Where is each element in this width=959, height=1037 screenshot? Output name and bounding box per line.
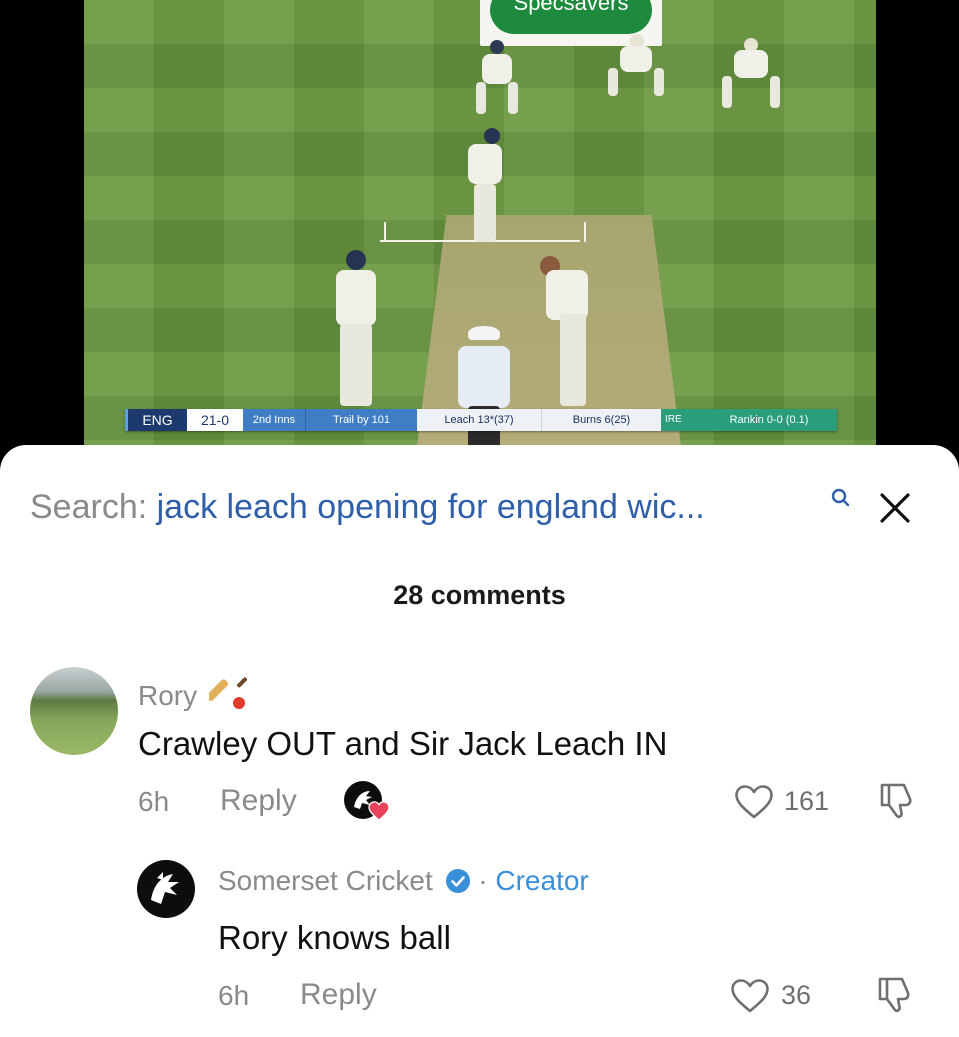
comments-sheet: Search: jack leach opening for england w… <box>0 445 959 1037</box>
reply-button[interactable]: Reply <box>300 978 377 1012</box>
batter <box>462 128 508 244</box>
video-player[interactable]: Specsavers ENG 21-0 2nd Inns Trail by 10… <box>0 0 959 470</box>
batting-team: ENG <box>125 409 187 431</box>
comment-text: Crawley OUT and Sir Jack Leach IN <box>138 725 668 762</box>
bowler <box>536 252 606 410</box>
cricket-bat-ball-icon <box>206 677 247 709</box>
fielder <box>604 34 666 100</box>
creator-liked-badge <box>344 781 392 823</box>
comments-count: 28 comments <box>393 580 566 610</box>
close-icon[interactable] <box>878 491 912 525</box>
comment-username[interactable]: Rory <box>138 673 251 713</box>
like-icon[interactable] <box>734 784 774 820</box>
heart-icon <box>368 801 390 821</box>
separator: · <box>478 865 496 896</box>
innings-label: 2nd Inns <box>243 409 305 431</box>
reply-time: 6h <box>218 980 250 1011</box>
comment-time: 6h <box>138 786 170 817</box>
reply-text: Rory knows ball <box>218 919 451 956</box>
reply-username[interactable]: Somerset Cricket <box>218 865 433 896</box>
score-bar: ENG 21-0 2nd Inns Trail by 101 Leach 13*… <box>125 409 837 431</box>
username-text[interactable]: Rory <box>138 680 197 711</box>
fielder <box>718 38 784 114</box>
sponsor-logo: Specsavers <box>490 0 652 34</box>
batter-1-score: Leach 13*(37) <box>417 409 541 431</box>
reply-button[interactable]: Reply <box>220 784 297 818</box>
avatar[interactable] <box>137 860 195 918</box>
dislike-icon[interactable] <box>876 781 920 821</box>
non-striker <box>326 250 388 410</box>
cricket-field-image: Specsavers <box>84 0 876 470</box>
bowler-figures: Rankin 0-0 (0.1) <box>701 409 837 431</box>
wyvern-logo-icon <box>151 872 179 904</box>
search-prefix: Search: <box>30 488 157 526</box>
like-count: 161 <box>784 786 830 816</box>
dislike-icon[interactable] <box>874 975 918 1015</box>
search-query-link[interactable]: jack leach opening for england wic... <box>157 488 705 526</box>
like-count: 36 <box>781 980 812 1010</box>
batter-2-score: Burns 6(25) <box>541 409 661 431</box>
team-score: 21-0 <box>187 409 243 431</box>
trail-label: Trail by 101 <box>305 409 417 431</box>
fielder <box>472 40 522 120</box>
like-icon[interactable] <box>730 978 770 1014</box>
search-suggestion[interactable]: Search: jack leach opening for england w… <box>30 485 930 529</box>
search-icon[interactable] <box>830 487 852 509</box>
avatar[interactable] <box>30 667 118 755</box>
creator-label: Creator <box>495 865 589 896</box>
reply-username-row: Somerset Cricket · Creator <box>218 865 589 897</box>
bowling-team: IRE <box>661 409 701 431</box>
verified-icon <box>445 869 470 893</box>
